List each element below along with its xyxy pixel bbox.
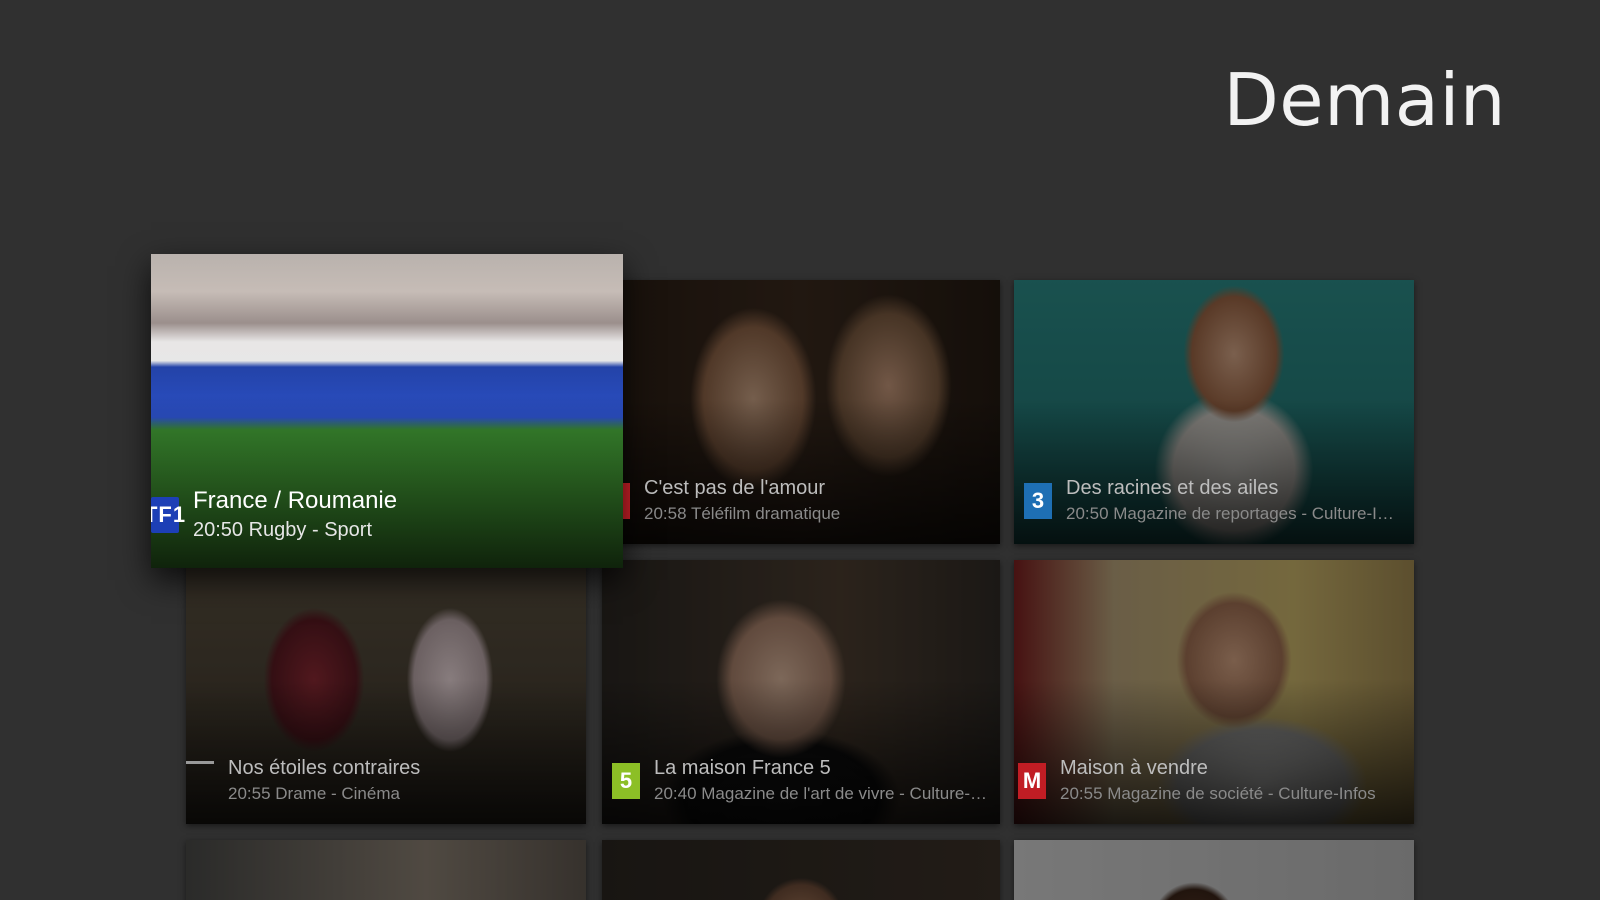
program-title: Maison à vendre	[1060, 757, 1208, 779]
program-title: La maison France 5	[654, 757, 831, 779]
program-card-row3-col3[interactable]	[1014, 840, 1414, 900]
program-card-maison-a-vendre[interactable]: M Maison à vendre 20:55 Magazine de soci…	[1014, 560, 1414, 824]
program-card-la-maison-france-5[interactable]: 5 La maison France 5 20:40 Magazine de l…	[602, 560, 1000, 824]
program-card-row3-col1[interactable]	[186, 840, 586, 900]
program-card-france-roumanie[interactable]: TF1 France / Roumanie 20:50 Rugby - Spor…	[151, 254, 623, 568]
program-subtitle: 20:55 Drame - Cinéma	[228, 784, 400, 803]
program-title: France / Roumanie	[193, 487, 398, 514]
page-title: Demain	[1223, 58, 1506, 142]
program-title: Des racines et des ailes	[1066, 477, 1279, 499]
program-subtitle: 20:50 Magazine de reportages - Culture-I…	[1066, 504, 1402, 523]
channel-logo-icon: M	[1018, 762, 1046, 799]
program-card-row3-col2[interactable]	[602, 840, 1000, 900]
program-title: C'est pas de l'amour	[644, 477, 826, 499]
channel-logo-icon: 3	[1024, 482, 1052, 519]
program-subtitle: 20:50 Rugby - Sport	[193, 519, 372, 541]
tv-guide-screen: Demain Nos étoiles contraires 20:55 Dram…	[0, 0, 1600, 900]
program-card-nos-etoiles-contraires[interactable]: Nos étoiles contraires 20:55 Drame - Cin…	[186, 562, 586, 824]
program-card-cest-pas-de-lamour[interactable]: 2 C'est pas de l'amour 20:58 Téléfilm dr…	[602, 280, 1000, 544]
channel-logo-icon: TF1	[151, 496, 185, 533]
channel-logo-icon: 5	[612, 762, 640, 799]
program-subtitle: 20:55 Magazine de société - Culture-Info…	[1060, 784, 1376, 803]
program-subtitle: 20:40 Magazine de l'art de vivre - Cultu…	[654, 784, 988, 803]
program-subtitle: 20:58 Téléfilm dramatique	[644, 504, 841, 523]
program-card-des-racines-et-des-ailes[interactable]: 3 Des racines et des ailes 20:50 Magazin…	[1014, 280, 1414, 544]
channel-logo-icon	[186, 761, 214, 800]
program-title: Nos étoiles contraires	[228, 757, 421, 779]
